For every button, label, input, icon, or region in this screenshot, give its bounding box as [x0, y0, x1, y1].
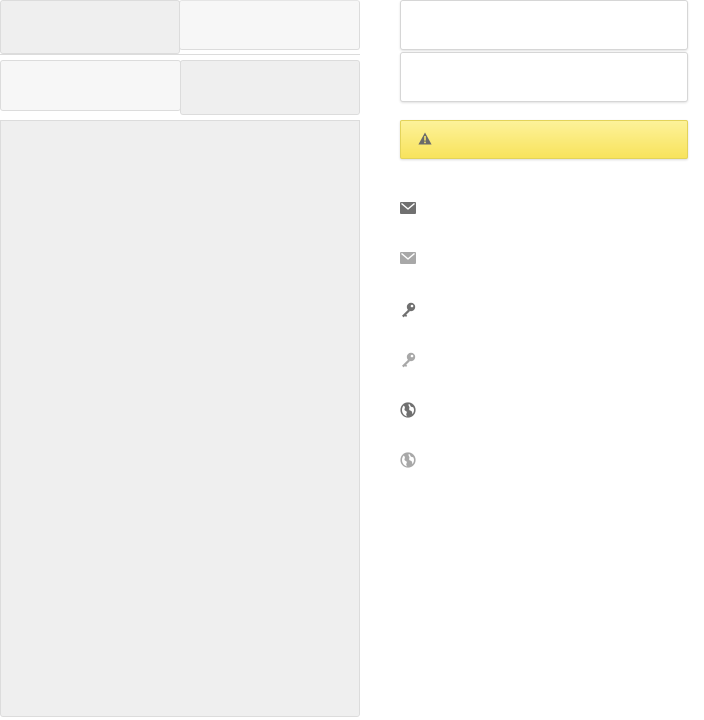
text-field-1[interactable] [400, 0, 688, 50]
warning-triangle-icon [418, 132, 440, 148]
tab-content-panel [0, 120, 360, 717]
action-row-key-2[interactable] [398, 349, 688, 371]
text-field-2[interactable] [400, 52, 688, 102]
action-row-mail-1[interactable] [398, 197, 688, 219]
globe-icon [398, 452, 418, 468]
key-icon [398, 352, 418, 368]
warning-banner [400, 120, 688, 159]
page [0, 0, 704, 720]
tab-bottom-left[interactable] [0, 60, 181, 111]
action-row-mail-2[interactable] [398, 247, 688, 269]
mail-icon [398, 200, 418, 216]
action-row-globe-1[interactable] [398, 399, 688, 421]
tab-top-right[interactable] [179, 0, 360, 50]
tab-bottom-right[interactable] [180, 60, 360, 115]
action-row-key-1[interactable] [398, 299, 688, 321]
mail-icon [398, 250, 418, 266]
globe-icon [398, 402, 418, 418]
tab-row-top [0, 0, 360, 55]
tab-top-left[interactable] [0, 0, 180, 54]
tab-row-bottom [0, 60, 360, 115]
key-icon [398, 302, 418, 318]
action-row-globe-2[interactable] [398, 449, 688, 471]
